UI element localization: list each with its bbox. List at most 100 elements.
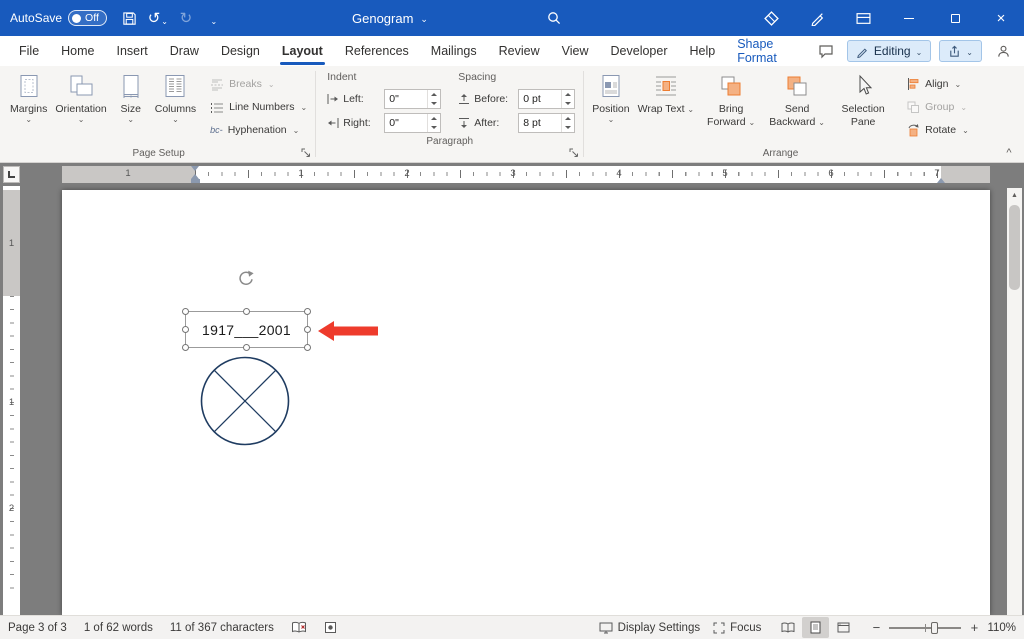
resize-handle-bottom-right[interactable] [304,344,311,351]
read-mode-button[interactable] [774,617,801,638]
tab-mailings[interactable]: Mailings [420,36,488,66]
tab-shape-format[interactable]: Shape Format [726,36,813,66]
zoom-slider[interactable] [889,627,961,629]
display-settings-button[interactable]: Display Settings [599,622,700,634]
tab-design[interactable]: Design [210,36,271,66]
page-number-status[interactable]: Page 3 of 3 [8,622,67,634]
zoom-level-button[interactable]: 110% [987,622,1016,634]
tab-help[interactable]: Help [679,36,727,66]
indent-left-decrease-button[interactable] [428,99,440,108]
tab-references[interactable]: References [334,36,420,66]
breaks-button[interactable]: Breaks ⌄ [206,74,311,94]
resize-handle-top-left[interactable] [182,308,189,315]
maximize-button[interactable] [932,0,978,36]
align-button[interactable]: Align ⌄ [902,74,973,94]
tab-stop-selector[interactable] [3,166,20,183]
orientation-button[interactable]: Orientation ⌄ [51,68,110,125]
resize-handle-bottom-middle[interactable] [243,344,250,351]
red-arrow-shape[interactable] [318,321,378,341]
size-button[interactable]: Size ⌄ [111,68,151,125]
tab-view[interactable]: View [551,36,600,66]
close-button[interactable]: × [978,0,1024,36]
comments-button[interactable] [813,39,839,63]
word-count-status[interactable]: 1 of 62 words [84,622,153,634]
spacing-before-increase-button[interactable] [562,90,574,99]
tab-layout[interactable]: Layout [271,36,334,66]
designer-icon-button[interactable] [748,0,794,36]
horizontal-ruler[interactable]: 1 1 2 3 4 5 6 7 [62,166,990,183]
rotate-button[interactable]: Rotate ⌄ [902,120,973,140]
autosave-toggle[interactable]: AutoSave Off [10,10,107,26]
minimize-button[interactable] [886,0,932,36]
presence-button[interactable] [990,39,1016,63]
zoom-in-button[interactable]: + [968,620,980,635]
tab-file[interactable]: File [8,36,50,66]
resize-handle-middle-right[interactable] [304,326,311,333]
customize-quick-access-button[interactable]: ⌄ [201,3,227,33]
indent-right-decrease-button[interactable] [428,123,440,132]
scroll-up-button[interactable]: ▲ [1007,188,1022,203]
share-button[interactable]: ⌄ [939,40,982,62]
hyphenation-button[interactable]: bc- Hyphenation ⌄ [206,120,311,140]
group-button[interactable]: Group ⌄ [902,97,973,117]
tab-insert[interactable]: Insert [106,36,159,66]
page-setup-dialog-launcher[interactable] [300,147,312,159]
document-page[interactable]: 1917___2001 [62,190,990,615]
search-button[interactable] [538,0,570,36]
position-button[interactable]: Position ⌄ [588,68,633,125]
tab-developer[interactable]: Developer [600,36,679,66]
selection-pane-button[interactable]: Selection Pane [830,68,896,130]
spacing-after-increase-button[interactable] [562,114,574,123]
tab-draw[interactable]: Draw [159,36,210,66]
resize-handle-middle-left[interactable] [182,326,189,333]
resize-handle-top-middle[interactable] [243,308,250,315]
margins-icon [16,71,42,101]
web-layout-button[interactable] [830,617,857,638]
spacing-before-input[interactable]: 0 pt [518,89,575,109]
autosave-pill[interactable]: Off [68,10,107,26]
save-button[interactable] [117,3,143,33]
collapse-ribbon-button[interactable]: ^ [1000,146,1018,160]
vertical-scrollbar[interactable]: ▲ [1007,188,1022,615]
spacing-after-input[interactable]: 8 pt [518,113,575,133]
rotate-handle[interactable] [237,270,255,288]
send-backward-button[interactable]: Send Backward ⌄ [764,68,830,130]
vertical-ruler[interactable]: 1 1 2 [3,186,20,615]
tab-review[interactable]: Review [488,36,551,66]
indent-left-input[interactable]: 0" [384,89,441,109]
first-line-indent-marker[interactable] [191,166,199,171]
columns-button[interactable]: Columns ⌄ [151,68,200,125]
scrollbar-thumb[interactable] [1009,205,1020,290]
undo-button[interactable]: ↺⌄ [145,3,171,33]
ink-button[interactable] [794,0,840,36]
editing-mode-button[interactable]: Editing ⌄ [847,40,931,62]
tab-home[interactable]: Home [50,36,105,66]
character-count-status[interactable]: 11 of 367 characters [170,622,274,634]
left-indent-marker[interactable] [191,179,200,183]
zoom-out-button[interactable]: − [870,620,882,635]
indent-right-increase-button[interactable] [428,114,440,123]
right-indent-marker[interactable] [937,178,945,183]
wrap-text-button[interactable]: Wrap Text ⌄ [634,68,699,117]
resize-handle-bottom-left[interactable] [182,344,189,351]
bring-forward-button[interactable]: Bring Forward ⌄ [698,68,764,130]
focus-button[interactable]: Focus [713,622,761,634]
margins-button[interactable]: Margins ⌄ [6,68,51,125]
redo-button[interactable]: ↻ [173,3,199,33]
spacing-before-decrease-button[interactable] [562,99,574,108]
circle-x-shape[interactable] [199,355,291,447]
print-layout-button[interactable] [802,617,829,638]
indent-right-input[interactable]: 0" [384,113,441,133]
zoom-slider-thumb[interactable] [931,622,938,634]
document-title[interactable]: Genogram ⌄ [352,0,428,36]
paragraph-dialog-launcher[interactable] [568,147,580,159]
indent-left-increase-button[interactable] [428,90,440,99]
spacing-after-decrease-button[interactable] [562,123,574,132]
selected-textbox[interactable]: 1917___2001 [185,311,308,348]
proofing-status-button[interactable] [291,621,307,634]
vruler-ticks [3,296,20,596]
ribbon-display-options-button[interactable] [840,0,886,36]
resize-handle-top-right[interactable] [304,308,311,315]
line-numbers-button[interactable]: Line Numbers ⌄ [206,97,311,117]
macro-record-button[interactable] [324,621,337,634]
